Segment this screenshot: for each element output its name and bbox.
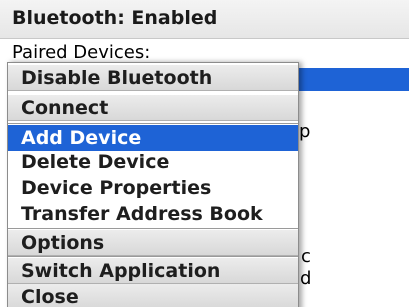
background-text-fragment: d — [300, 268, 312, 289]
paired-devices-label: Paired Devices: — [12, 42, 151, 63]
background-text-fragment: p — [299, 121, 311, 142]
menu-item-transfer-address-book[interactable]: Transfer Address Book — [8, 201, 298, 227]
menu-item-disable-bluetooth[interactable]: Disable Bluetooth — [8, 65, 298, 91]
bluetooth-screen: Bluetooth: Enabled Paired Devices: p c d… — [0, 0, 409, 307]
paired-device-row-selected[interactable] — [296, 68, 409, 91]
menu-item-device-properties[interactable]: Device Properties — [8, 175, 298, 201]
menu-separator — [8, 256, 298, 257]
menu-item-delete-device[interactable]: Delete Device — [8, 149, 298, 175]
background-text-fragment: c — [301, 246, 311, 267]
menu-item-connect[interactable]: Connect — [8, 95, 298, 121]
menu-item-switch-application[interactable]: Switch Application — [8, 258, 298, 284]
menu-item-options[interactable]: Options — [8, 230, 298, 256]
menu-item-add-device[interactable]: Add Device — [8, 125, 298, 151]
menu-separator — [8, 123, 298, 124]
menu-item-close[interactable]: Close — [8, 284, 298, 307]
page-title: Bluetooth: Enabled — [12, 7, 218, 29]
title-bar: Bluetooth: Enabled — [0, 0, 409, 39]
menu-separator — [8, 228, 298, 229]
context-menu: Disable Bluetooth Connect Add Device Del… — [7, 62, 299, 307]
